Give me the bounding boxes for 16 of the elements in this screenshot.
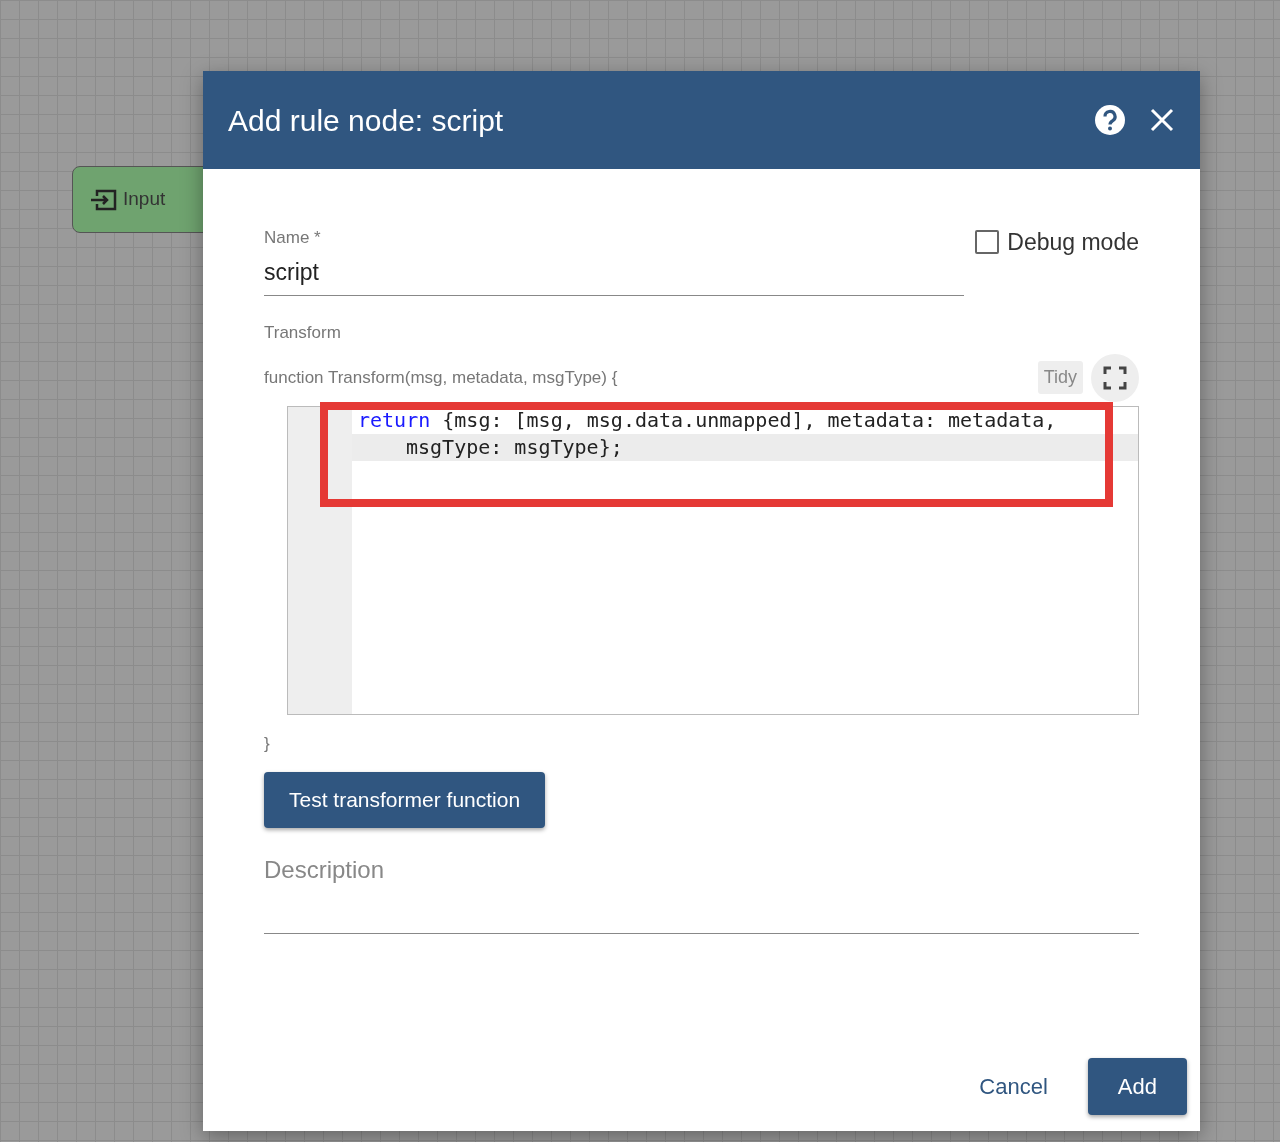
cancel-button[interactable]: Cancel [963,1060,1064,1113]
section-label: Transform [264,322,342,344]
fullscreen-button[interactable] [1091,353,1139,402]
function-closing-brace: } [264,732,271,755]
fullscreen-icon [1103,365,1127,390]
dialog-title: Add rule node: script [228,102,505,139]
code-line: return {msg: [msg, msg.data.unmapped], metadata: metadata, [357,406,1058,434]
input-icon [89,188,117,211]
add-button[interactable]: Add [1087,1058,1187,1115]
debug-mode-checkbox[interactable]: Debug mode [975,225,1139,260]
code-editor[interactable]: return {msg: [msg, msg.data.unmapped], metadata: metadata, msgType: msgType}; [287,405,1139,715]
test-function-button[interactable]: Test transformer function [264,772,546,828]
close-icon[interactable] [1150,108,1174,132]
help-icon[interactable] [1094,104,1126,136]
field-label: Name * [264,227,322,249]
function-signature: function Transform(msg, metadata, msgType) { [264,366,618,389]
